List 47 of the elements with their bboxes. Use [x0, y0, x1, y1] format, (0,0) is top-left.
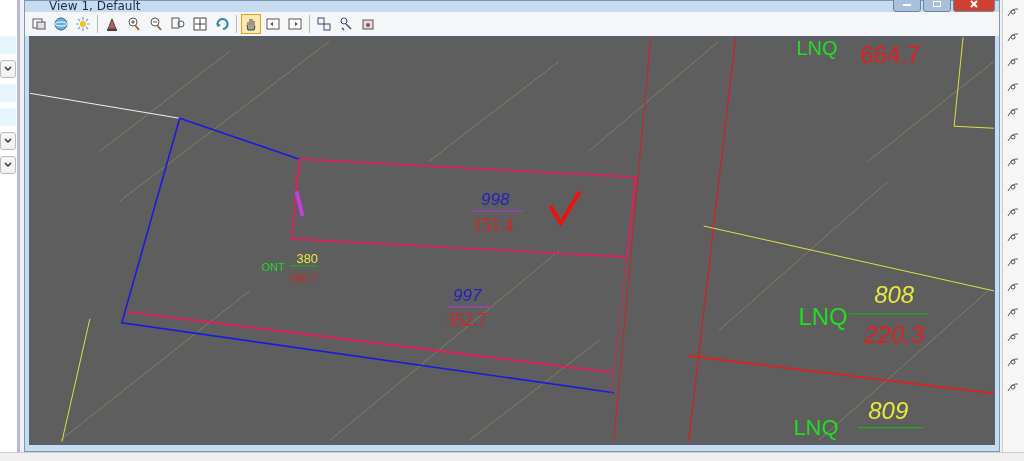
dropdown-button[interactable]	[0, 132, 16, 150]
area-label: 151.4	[473, 215, 514, 235]
check-mark-icon	[549, 191, 581, 227]
fraction-line	[857, 427, 925, 429]
area-label: 380.7	[289, 270, 317, 285]
close-button[interactable]	[953, 0, 996, 12]
window-title: View 1, Default	[48, 0, 141, 12]
land-use-label: LNQ	[793, 414, 839, 440]
vertical-label-mark	[294, 190, 305, 217]
sun-icon	[75, 16, 92, 32]
toolbar-button[interactable]	[241, 14, 262, 34]
minimize-button[interactable]	[893, 0, 922, 12]
land-use-label: LNQ	[798, 302, 848, 330]
chevron-icon	[4, 66, 12, 72]
camera-icon	[360, 16, 377, 32]
rotate-icon	[214, 16, 231, 32]
parcel-number: 380	[296, 250, 319, 266]
land-use-label: LNQ	[796, 37, 838, 60]
copy-view-icon	[316, 16, 333, 32]
dropdown-button[interactable]	[0, 156, 16, 174]
area-label: 664.7	[860, 41, 921, 69]
globe-icon	[53, 16, 70, 32]
fraction-line	[470, 210, 524, 212]
drawing-canvas[interactable]: LNQ 664.7 998 151.4 997 352.7 ONT 380 380.7 808 LNQ 220.3 809 LNQ	[30, 37, 995, 442]
maximize-button[interactable]	[923, 0, 952, 12]
previous-view-icon	[265, 16, 282, 32]
zoom-in-icon	[126, 16, 143, 32]
maximize-icon	[932, 0, 943, 8]
fit-view-icon	[192, 16, 209, 32]
parcel-number: 997	[453, 285, 482, 305]
parcel-number: 809	[868, 396, 909, 424]
area-label: 220.3	[864, 320, 925, 348]
zoom-out-icon	[148, 16, 165, 32]
view-icon	[31, 16, 48, 32]
minimize-icon	[902, 1, 913, 7]
dropdown-button[interactable]	[0, 60, 16, 78]
next-view-icon	[287, 16, 304, 32]
fraction-line	[446, 306, 494, 308]
window-area-icon	[170, 16, 187, 32]
parcel-number: 808	[874, 280, 915, 308]
chevron-icon	[4, 138, 12, 144]
chevron-icon	[4, 162, 12, 168]
fraction-line	[288, 265, 319, 267]
parcel-number: 998	[481, 190, 510, 210]
close-icon	[969, 0, 980, 8]
land-use-label: ONT	[261, 260, 285, 273]
area-label: 352.7	[446, 309, 487, 330]
